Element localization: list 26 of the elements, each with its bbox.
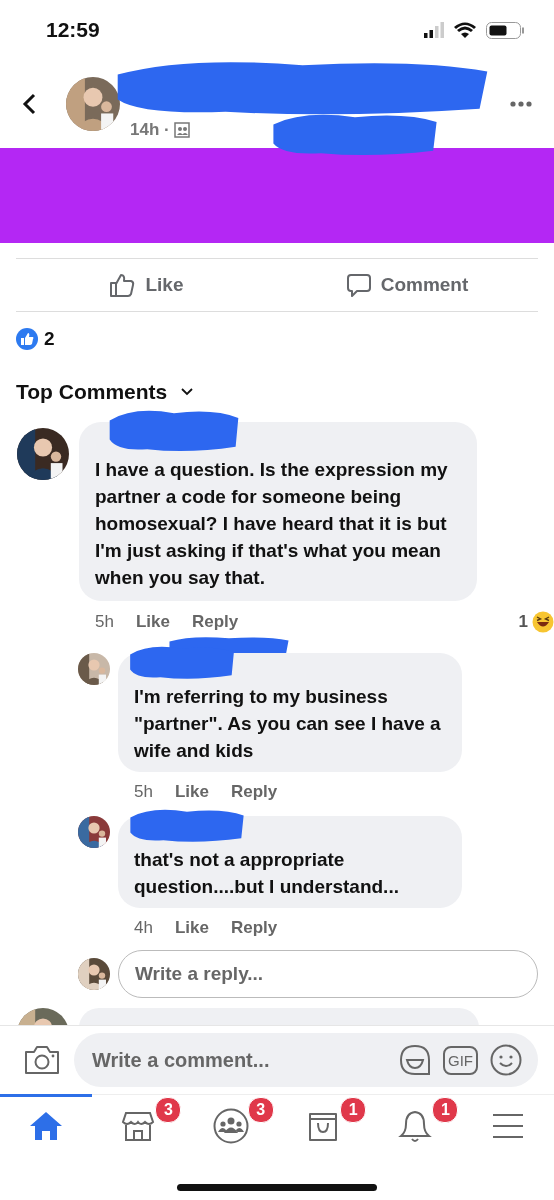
reply-link[interactable]: Reply [230, 918, 278, 938]
reaction-count: 1 [518, 612, 528, 632]
reply-field[interactable]: Write a reply... [118, 950, 538, 998]
comment-text: I'm referring to my business "partner". As you can see I have a wife and kids [134, 686, 441, 761]
reply-link[interactable]: Reply [191, 612, 239, 632]
post-time: 14h · [130, 120, 170, 140]
comment-time: 5h [95, 612, 114, 632]
like-link[interactable]: Like [174, 918, 209, 938]
notification-badge: 1 [432, 1096, 459, 1123]
reply-link[interactable]: Reply [230, 782, 278, 802]
notification-badge: 3 [155, 1096, 182, 1123]
comment-field[interactable]: Write a comment... GIF [74, 1033, 538, 1087]
like-link[interactable]: Like [135, 612, 170, 632]
reaction-count: 2 [44, 328, 55, 350]
comment-text: I have a question. Is the expression my partner a code for someone being homosexual? I have heard that it is but I'm just asking if that's what you mean when you say that. [95, 459, 448, 588]
like-button[interactable]: Like [16, 259, 277, 311]
notification-badge: 3 [247, 1096, 274, 1123]
comment-time: 4h [134, 918, 153, 938]
like-link[interactable]: Like [174, 782, 209, 802]
comment-button[interactable]: Comment [277, 259, 538, 311]
clock: 12:59 [46, 18, 100, 42]
notification-badge: 1 [340, 1096, 367, 1123]
gif-button[interactable]: GIF [443, 1045, 478, 1075]
section-heading: Top Comments [16, 380, 168, 404]
comment-time: 5h [134, 782, 153, 802]
comment-text: that's not a appropriate question....but I understand... [134, 849, 399, 897]
